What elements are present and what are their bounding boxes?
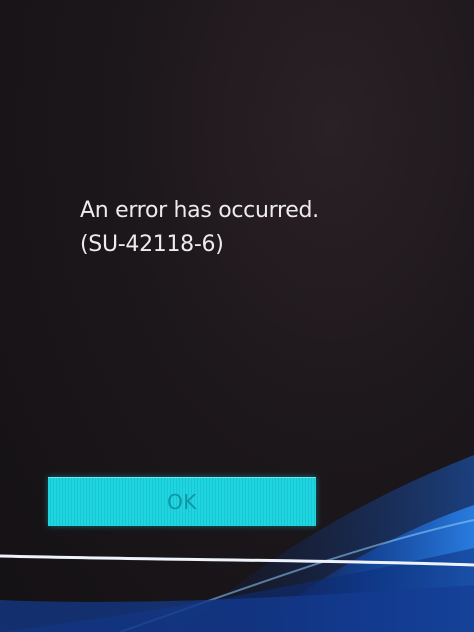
ok-button-label: OK [167, 490, 197, 514]
ps4-error-screen: An error has occurred. (SU-42118-6) OK [0, 0, 474, 632]
error-message-title: An error has occurred. [80, 198, 319, 223]
error-message: An error has occurred. (SU-42118-6) [80, 194, 319, 262]
ok-button[interactable]: OK [48, 477, 316, 526]
error-code: (SU-42118-6) [80, 232, 224, 257]
background-wave-graphic [0, 455, 474, 632]
